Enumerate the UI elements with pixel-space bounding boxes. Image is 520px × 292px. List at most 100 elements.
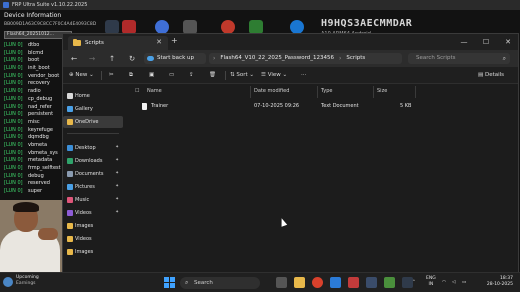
partition-lun-tag: [LUN 0] [4,42,23,48]
search-icon: ⌕ [502,55,506,62]
column-header-date[interactable]: Date modified [254,88,289,94]
sidebar-item-home[interactable]: Home [63,90,123,102]
new-tab-button[interactable]: + [171,36,178,45]
details-pane-button[interactable]: ▤ Details [478,67,504,84]
edge-icon[interactable] [330,277,341,288]
breadcrumb-item[interactable]: Scripts [346,53,365,64]
chevron-right-icon: › [339,55,342,62]
partition-name: init_boot [28,65,50,72]
sort-button[interactable]: ⇅ Sort ⌄ [230,67,254,84]
sidebar-item-images[interactable]: Images [63,220,123,232]
partition-row: [LUN 0] reserved [4,180,64,188]
speaker-icon[interactable]: ◁ [452,273,455,292]
partition-row: [LUN 0] persistent [4,111,64,119]
sidebar-item-images-folder[interactable]: Images [63,246,123,258]
show-hidden-icons[interactable]: ⌃ [412,273,416,292]
up-arrow-icon[interactable]: ↑ [105,50,119,67]
tool-icon[interactable] [183,20,197,34]
forward-arrow-icon[interactable]: → [85,50,99,67]
sidebar-item-onedrive[interactable]: OneDrive [63,116,123,128]
paste-icon[interactable]: ▣ [149,67,154,84]
tool-icon[interactable] [221,20,235,34]
select-all-checkbox[interactable]: ☐ [135,88,139,94]
file-name: Trainer [151,103,169,109]
sidebar-item-desktop[interactable]: Desktop ✦ [63,142,123,154]
partition-lun-tag: [LUN 0] [4,188,23,195]
partition-lun-tag: [LUN 0] [4,80,23,87]
folder-icon [73,38,81,46]
tool-icon[interactable] [249,20,263,34]
file-explorer-window: Scripts ✕ + — ☐ ✕ ← → ↑ ↻ Start back up … [62,33,519,273]
close-tool-icon[interactable] [122,20,136,34]
maximize-button[interactable]: ☐ [475,34,497,50]
clock[interactable]: 18:37 28-10-2025 [473,276,513,288]
sidebar-item-documents[interactable]: Documents ✦ [63,168,123,180]
tab-close-icon[interactable]: ✕ [156,38,162,46]
app-icon[interactable] [366,277,377,288]
partition-lun-tag: [LUN 0] [4,95,23,102]
tool-icon[interactable] [155,20,169,34]
sidebar-item-videos-folder[interactable]: Videos [63,233,123,245]
app-icon[interactable] [384,277,395,288]
refresh-icon[interactable]: ↻ [125,50,139,67]
task-view-icon[interactable] [276,277,287,288]
close-button[interactable]: ✕ [497,34,519,50]
chip-icon[interactable] [105,20,119,34]
more-options-button[interactable]: ··· [301,67,306,84]
partition-name: nad_refer [28,103,52,110]
minimize-button[interactable]: — [453,34,475,50]
file-type: Text Document [321,103,359,109]
sidebar-item-music[interactable]: Music ✦ [63,194,123,206]
tab-scripts[interactable]: Scripts ✕ [68,36,168,50]
sidebar-item-videos[interactable]: Videos ✦ [63,207,123,219]
column-header-size[interactable]: Size [377,88,387,94]
sidebar-item-label: Images [75,223,94,229]
gallery-icon [67,106,73,112]
navigation-pane: Home Gallery OneDrive Desktop ✦ Downloads… [63,85,123,273]
device-model-name: H9HQS3AECMMDAR [321,18,413,29]
pin-icon[interactable]: ✦ [115,207,119,219]
view-button[interactable]: ☰ View ⌄ [261,67,287,84]
widgets-button[interactable]: Upcoming Earnings [16,275,39,287]
sidebar-item-pictures[interactable]: Pictures ✦ [63,181,123,193]
rename-icon[interactable]: ▭ [169,67,174,84]
pin-icon[interactable]: ✦ [115,194,119,206]
cut-icon[interactable]: ✂ [109,67,114,84]
app-icon[interactable] [348,277,359,288]
partition-name: radio [28,88,41,95]
partition-row: [LUN 0] radio [4,88,64,96]
sidebar-item-downloads[interactable]: Downloads ✦ [63,155,123,167]
address-bar[interactable]: › Flash64_V10_22_2025_Password_123456 › … [209,53,402,64]
start-button[interactable] [164,277,175,288]
sort-label: Sort [236,72,248,78]
breadcrumb-item[interactable]: Flash64_V10_22_2025_Password_123456 [220,53,334,64]
pin-icon[interactable]: ✦ [115,142,119,154]
start-backup-button[interactable]: Start back up [144,53,206,64]
column-header-type[interactable]: Type [321,88,332,94]
taskbar-search[interactable]: ⌕ Search [180,277,260,289]
share-icon[interactable]: ⇪ [189,67,194,84]
chrome-icon[interactable] [312,277,323,288]
delete-icon[interactable]: 🗑 [209,67,216,84]
news-widget-icon[interactable] [3,277,13,287]
language-indicator[interactable]: ENG IN [426,276,436,292]
pin-icon[interactable]: ✦ [115,168,119,180]
partition-name: debug [28,172,44,179]
partition-row: [LUN 0] dtbo [4,42,64,50]
taskbar: Upcoming Earnings ⌕ Search ⌃ ENG IN ◠ ◁ … [0,272,520,292]
wifi-icon[interactable]: ◠ [442,273,446,292]
partition-name: recovery [28,80,50,87]
partition-row: [LUN 0] boot [4,57,64,65]
pin-icon[interactable]: ✦ [115,181,119,193]
column-header-name[interactable]: Name [147,88,162,94]
copy-icon[interactable]: ⧉ [129,67,133,84]
file-explorer-icon[interactable] [294,277,305,288]
search-input[interactable]: Search Scripts ⌕ [408,53,510,64]
new-button[interactable]: ⊕ New ⌄ [69,67,94,84]
back-arrow-icon[interactable]: ← [67,50,81,67]
sidebar-item-gallery[interactable]: Gallery [63,103,123,115]
file-row[interactable]: Trainer 07-10-2025 09:26 Text Document 5… [125,101,518,111]
taskbar-search-placeholder: Search [194,280,213,286]
battery-icon[interactable]: ▭ [462,273,466,292]
pin-icon[interactable]: ✦ [115,155,119,167]
